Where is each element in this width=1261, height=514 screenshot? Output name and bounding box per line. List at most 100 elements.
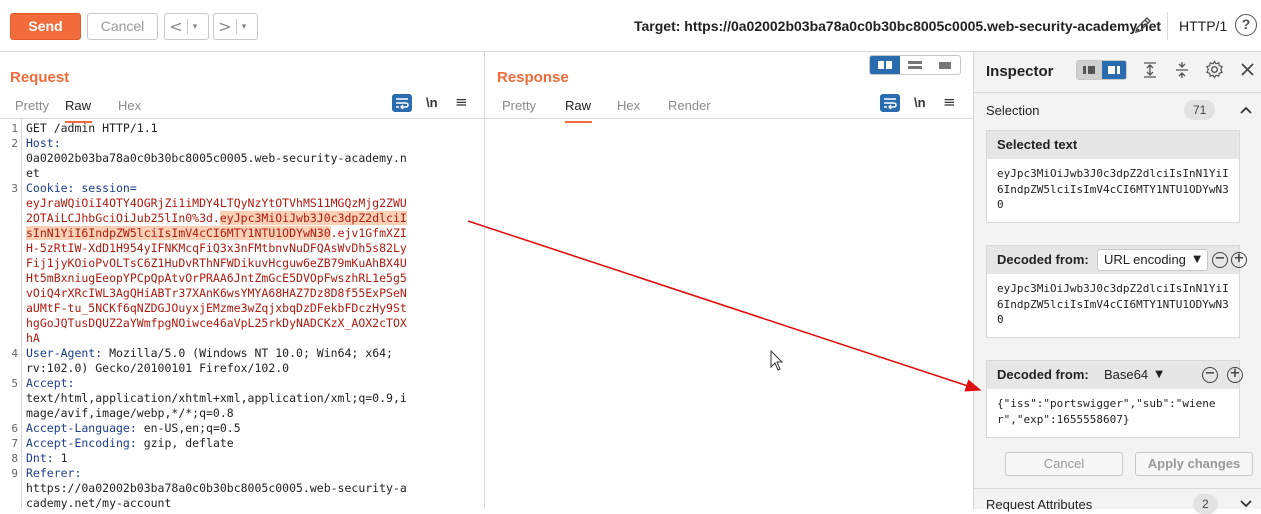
chevron-up-icon[interactable] (1240, 106, 1252, 114)
editor-line[interactable]: vOiQ4rXRcIWL3AgQHiABTr37XAnK6wsYMYA68HAZ… (0, 286, 484, 301)
editor-line[interactable]: Ht5mBxniugEeopYPCpQpAtvOrPRAA6JntZmGcE5D… (0, 271, 484, 286)
line-segment: H-5zRtIW-XdD1H954yIFNKMcqFiQ3x3nFMtbnvNu… (26, 241, 407, 255)
inspector-layout-left-icon[interactable] (1077, 61, 1102, 79)
line-number: 8 (11, 452, 18, 465)
line-text: 2OTAiLCJhbGciOiJub25lIn0%3d.eyJpc3MiOiJw… (26, 211, 407, 226)
show-newlines-icon[interactable]: \n (426, 95, 438, 110)
inspector-layout-right-icon[interactable] (1101, 61, 1126, 79)
line-segment: 2OTAiLCJhbGciOiJub25lIn0%3d. (26, 211, 220, 225)
response-menu-icon[interactable]: ≡ (943, 93, 956, 111)
add-decoding-icon[interactable]: + (1231, 252, 1247, 268)
divider (974, 92, 1261, 93)
remove-decoding-icon[interactable]: − (1212, 252, 1228, 268)
decoding-select[interactable]: URL encoding ▼ (1097, 249, 1208, 271)
word-wrap-icon[interactable] (880, 94, 900, 112)
send-button[interactable]: Send (10, 13, 81, 40)
editor-line[interactable]: H-5zRtIW-XdD1H954yIFNKMcqFiQ3x3nFMtbnvNu… (0, 241, 484, 256)
decoded-base64-card: Decoded from: Base64 ▼ − + {"iss":"ports… (986, 360, 1243, 438)
back-arrow-icon[interactable]: < (165, 17, 187, 36)
layout-toggle[interactable] (869, 55, 961, 75)
line-number: 5 (11, 377, 18, 390)
edit-target-pencil-icon[interactable] (1133, 15, 1153, 35)
decoded-url-card: Decoded from: URL encoding ▼ − + eyJpc3M… (986, 245, 1247, 338)
line-number: 9 (11, 467, 18, 480)
settings-gear-icon[interactable] (1205, 60, 1224, 79)
line-text: H-5zRtIW-XdD1H954yIFNKMcqFiQ3x3nFMtbnvNu… (26, 241, 407, 256)
decoded-from-label: Decoded from: (997, 252, 1089, 267)
history-back-group[interactable]: < ▾ (164, 13, 209, 40)
decoding-select[interactable]: Base64 ▼ (1097, 364, 1170, 386)
editor-line[interactable]: aUMtF-tu_5NCKf6qNZDGJOuyxjEMzme3wZqjxbqD… (0, 301, 484, 316)
collapse-all-icon[interactable] (1174, 61, 1190, 79)
close-icon[interactable] (1240, 62, 1255, 77)
editor-line[interactable]: 4 User-Agent: Mozilla/5.0 (Windows NT 10.… (0, 346, 484, 361)
decoded-url-value[interactable]: eyJpc3MiOiJwb3J0c3dpZ2dlciIsInN1YiI6Indp… (987, 274, 1239, 335)
editor-line[interactable]: Fij1jyKOioPvOLTsC6Z1HuDvRThNFWDikuvHcguw… (0, 256, 484, 271)
add-decoding-icon[interactable]: + (1227, 367, 1243, 383)
remove-decoding-icon[interactable]: − (1202, 367, 1218, 383)
request-editor[interactable]: 1 GET /admin HTTP/1.1 2 Host: 0a02002b03ba78… (0, 119, 484, 510)
response-title: Response (497, 69, 569, 86)
inspector-cancel-button[interactable]: Cancel (1005, 452, 1123, 476)
stacked-layout-icon[interactable] (900, 56, 930, 74)
editor-line[interactable]: 8 Dnt: 1 (0, 451, 484, 466)
apply-changes-button[interactable]: Apply changes (1135, 452, 1253, 476)
editor-line[interactable]: hA (0, 331, 484, 346)
line-segment: et (26, 166, 40, 180)
editor-line[interactable]: 5 Accept: (0, 376, 484, 391)
editor-line[interactable]: hgGoJQTusDQUZ2aYWmfpgNOiwce46aVpL25rkDyN… (0, 316, 484, 331)
editor-line[interactable]: 9 Referer: (0, 466, 484, 481)
word-wrap-icon[interactable] (392, 94, 412, 112)
forward-arrow-icon[interactable]: > (214, 17, 236, 36)
line-segment: Host: (26, 136, 61, 150)
request-attributes-label[interactable]: Request Attributes (986, 497, 1092, 512)
selection-label[interactable]: Selection (986, 103, 1039, 118)
inspector-title: Inspector (986, 63, 1054, 80)
line-segment: rv:102.0) Gecko/20100101 Firefox/102.0 (26, 361, 290, 375)
help-icon[interactable]: ? (1235, 14, 1257, 36)
editor-line[interactable]: mage/avif,image/webp,*/*;q=0.8 (0, 406, 484, 421)
cancel-button[interactable]: Cancel (87, 13, 158, 40)
editor-line[interactable]: 3 Cookie: session= (0, 181, 484, 196)
editor-line[interactable]: 6 Accept-Language: en-US,en;q=0.5 (0, 421, 484, 436)
line-text: vOiQ4rXRcIWL3AgQHiABTr37XAnK6wsYMYA68HAZ… (26, 286, 407, 301)
editor-line[interactable]: https://0a02002b03ba78a0c0b30bc8005c0005… (0, 481, 484, 496)
line-text: Cookie: session= (26, 181, 137, 196)
line-segment: Ht5mBxniugEeopYPCpQpAtvOrPRAA6JntZmGcE5D… (26, 271, 407, 285)
selected-text-title: Selected text (987, 131, 1239, 159)
line-text: mage/avif,image/webp,*/*;q=0.8 (26, 406, 234, 421)
line-text: https://0a02002b03ba78a0c0b30bc8005c0005… (26, 481, 407, 496)
line-segment: Dnt: (26, 451, 54, 465)
editor-line[interactable]: text/html,application/xhtml+xml,applicat… (0, 391, 484, 406)
tabbed-layout-icon[interactable] (930, 56, 960, 74)
editor-line[interactable]: 2OTAiLCJhbGciOiJub25lIn0%3d.eyJpc3MiOiJw… (0, 211, 484, 226)
line-text: et (26, 166, 40, 181)
expand-all-icon[interactable] (1142, 61, 1158, 79)
decoded-base64-value[interactable]: {"iss":"portswigger","sub":"wiener","exp… (987, 389, 1239, 434)
editor-line[interactable]: eyJraWQiOiI4OTY4OGRjZi1iMDY4LTQyNzYtOTVh… (0, 196, 484, 211)
selected-text-value[interactable]: eyJpc3MiOiJwb3J0c3dpZ2dlciIsInN1YiI6Indp… (987, 159, 1239, 220)
chevron-down-icon[interactable] (1240, 500, 1252, 508)
request-menu-icon[interactable]: ≡ (455, 93, 468, 111)
line-text: aUMtF-tu_5NCKf6qNZDGJOuyxjEMzme3wZqjxbqD… (26, 301, 407, 316)
editor-line[interactable]: rv:102.0) Gecko/20100101 Firefox/102.0 (0, 361, 484, 376)
editor-line[interactable]: 1 GET /admin HTTP/1.1 (0, 121, 484, 136)
line-segment: text/html,application/xhtml+xml,applicat… (26, 391, 407, 405)
line-segment: Accept-Encoding: (26, 436, 137, 450)
editor-line[interactable]: 2 Host: (0, 136, 484, 151)
http-version-label[interactable]: HTTP/1 (1179, 18, 1227, 34)
inspector-layout-toggle[interactable] (1076, 60, 1127, 80)
editor-line[interactable]: sInN1YiI6IndpZW5lciIsImV4cCI6MTY1NTU1ODY… (0, 226, 484, 241)
editor-line[interactable]: et (0, 166, 484, 181)
line-text: Accept-Encoding: gzip, deflate (26, 436, 234, 451)
show-newlines-icon[interactable]: \n (914, 95, 926, 110)
forward-history-dropdown-icon[interactable]: ▾ (237, 22, 251, 32)
back-history-dropdown-icon[interactable]: ▾ (188, 22, 202, 32)
side-by-side-layout-icon[interactable] (870, 56, 900, 74)
line-number: 6 (11, 422, 18, 435)
editor-line[interactable]: 7 Accept-Encoding: gzip, deflate (0, 436, 484, 451)
response-editor[interactable] (485, 119, 973, 509)
decoded-from-label: Decoded from: (997, 367, 1089, 382)
editor-line[interactable]: 0a02002b03ba78a0c0b30bc8005c0005.web-sec… (0, 151, 484, 166)
history-forward-group[interactable]: > ▾ (213, 13, 258, 40)
